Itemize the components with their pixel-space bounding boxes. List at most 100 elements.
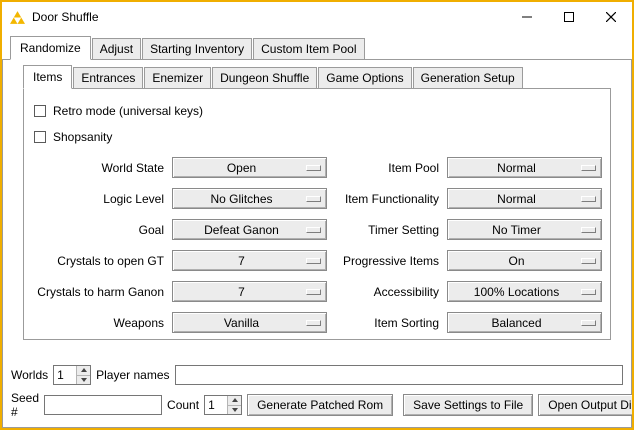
weapons-label: Weapons xyxy=(32,316,164,330)
dropdown-indicator-icon xyxy=(306,165,321,171)
open-output-directory-button[interactable]: Open Output Directory xyxy=(538,394,634,416)
minimize-icon xyxy=(522,12,532,22)
tab-starting-inventory[interactable]: Starting Inventory xyxy=(142,38,252,59)
count-spin-arrows xyxy=(227,396,241,414)
spin-up-icon xyxy=(81,368,87,372)
save-settings-button[interactable]: Save Settings to File xyxy=(403,394,533,416)
weapons-dropdown[interactable]: Vanilla xyxy=(172,312,327,333)
player-names-input[interactable] xyxy=(175,365,624,385)
goal-dropdown[interactable]: Defeat Ganon xyxy=(172,219,327,240)
crystals-ganon-label: Crystals to harm Ganon xyxy=(32,285,164,299)
tab-generation-setup[interactable]: Generation Setup xyxy=(413,67,523,88)
tab-enemizer[interactable]: Enemizer xyxy=(144,67,211,88)
titlebar[interactable]: Door Shuffle xyxy=(2,2,632,32)
item-pool-value: Normal xyxy=(497,161,536,175)
worlds-input[interactable] xyxy=(54,366,76,384)
timer-setting-dropdown[interactable]: No Timer xyxy=(447,219,602,240)
progressive-items-dropdown[interactable]: On xyxy=(447,250,602,271)
dropdown-indicator-icon xyxy=(581,165,596,171)
crystals-gt-label: Crystals to open GT xyxy=(32,254,164,268)
timer-setting-value: No Timer xyxy=(492,223,541,237)
world-state-label: World State xyxy=(32,161,164,175)
world-state-dropdown[interactable]: Open xyxy=(172,157,327,178)
shopsanity-label: Shopsanity xyxy=(53,130,112,144)
retro-mode-checkbox[interactable] xyxy=(34,105,46,117)
tab-custom-item-pool[interactable]: Custom Item Pool xyxy=(253,38,364,59)
outer-tabbar: Randomize Adjust Starting Inventory Cust… xyxy=(2,32,632,59)
weapons-value: Vanilla xyxy=(224,316,259,330)
tab-adjust[interactable]: Adjust xyxy=(92,38,141,59)
item-sorting-dropdown[interactable]: Balanced xyxy=(447,312,602,333)
world-state-value: Open xyxy=(227,161,256,175)
item-functionality-label: Item Functionality xyxy=(335,192,439,206)
crystals-gt-dropdown[interactable]: 7 xyxy=(172,250,327,271)
spin-up-button[interactable] xyxy=(227,396,241,405)
item-functionality-dropdown[interactable]: Normal xyxy=(447,188,602,209)
tab-items[interactable]: Items xyxy=(23,65,72,89)
close-icon xyxy=(606,12,616,22)
seed-label: Seed # xyxy=(11,391,39,419)
crystals-gt-value: 7 xyxy=(238,254,245,268)
crystals-ganon-dropdown[interactable]: 7 xyxy=(172,281,327,302)
randomize-panel: Items Entrances Enemizer Dungeon Shuffle… xyxy=(2,59,632,428)
minimize-button[interactable] xyxy=(506,2,548,32)
spin-down-button[interactable] xyxy=(227,405,241,415)
spin-up-icon xyxy=(232,398,238,402)
dropdown-indicator-icon xyxy=(306,258,321,264)
seed-input[interactable] xyxy=(44,395,162,415)
crystals-ganon-value: 7 xyxy=(238,285,245,299)
app-window: Door Shuffle Randomize Adjust Starting I… xyxy=(0,0,634,430)
item-pool-label: Item Pool xyxy=(335,161,439,175)
count-spinner xyxy=(204,395,242,415)
accessibility-label: Accessibility xyxy=(335,285,439,299)
bottom-controls: Worlds Player names Seed # Count xyxy=(3,359,631,427)
shopsanity-checkbox[interactable] xyxy=(34,131,46,143)
dropdown-indicator-icon xyxy=(581,227,596,233)
timer-setting-label: Timer Setting xyxy=(335,223,439,237)
progressive-items-label: Progressive Items xyxy=(335,254,439,268)
spin-up-button[interactable] xyxy=(76,366,90,375)
settings-grid: World State Open Item Pool Normal Logic … xyxy=(32,157,602,333)
tab-game-options[interactable]: Game Options xyxy=(318,67,411,88)
logic-level-value: No Glitches xyxy=(210,192,272,206)
goal-value: Defeat Ganon xyxy=(204,223,279,237)
dropdown-indicator-icon xyxy=(581,289,596,295)
dropdown-indicator-icon xyxy=(306,289,321,295)
item-pool-dropdown[interactable]: Normal xyxy=(447,157,602,178)
inner-tabbar: Items Entrances Enemizer Dungeon Shuffle… xyxy=(23,65,611,88)
retro-mode-label: Retro mode (universal keys) xyxy=(53,104,203,118)
worlds-spinner xyxy=(53,365,91,385)
worlds-label: Worlds xyxy=(11,368,48,382)
tab-entrances[interactable]: Entrances xyxy=(73,67,143,88)
dropdown-indicator-icon xyxy=(581,320,596,326)
dropdown-indicator-icon xyxy=(306,227,321,233)
spin-down-icon xyxy=(232,408,238,412)
tab-dungeon-shuffle[interactable]: Dungeon Shuffle xyxy=(212,67,317,88)
accessibility-dropdown[interactable]: 100% Locations xyxy=(447,281,602,302)
worlds-spin-arrows xyxy=(76,366,90,384)
generate-patched-rom-button[interactable]: Generate Patched Rom xyxy=(247,394,393,416)
worlds-row: Worlds Player names xyxy=(11,365,623,385)
logic-level-dropdown[interactable]: No Glitches xyxy=(172,188,327,209)
item-sorting-value: Balanced xyxy=(491,316,541,330)
window-title: Door Shuffle xyxy=(32,10,99,24)
close-button[interactable] xyxy=(590,2,632,32)
seed-row: Seed # Count Generate Patched Rom Save S… xyxy=(11,391,623,419)
count-input[interactable] xyxy=(205,396,227,414)
items-panel: Retro mode (universal keys) Shopsanity W… xyxy=(23,88,611,340)
dropdown-indicator-icon xyxy=(306,196,321,202)
dropdown-indicator-icon xyxy=(581,258,596,264)
inner-notebook: Items Entrances Enemizer Dungeon Shuffle… xyxy=(23,65,611,340)
retro-mode-row: Retro mode (universal keys) xyxy=(34,101,602,121)
accessibility-value: 100% Locations xyxy=(474,285,559,299)
maximize-button[interactable] xyxy=(548,2,590,32)
spin-down-button[interactable] xyxy=(76,375,90,385)
item-sorting-label: Item Sorting xyxy=(335,316,439,330)
dropdown-indicator-icon xyxy=(306,320,321,326)
player-names-label: Player names xyxy=(96,368,169,382)
logic-level-label: Logic Level xyxy=(32,192,164,206)
app-icon xyxy=(10,10,26,24)
tab-randomize[interactable]: Randomize xyxy=(10,36,91,60)
progressive-items-value: On xyxy=(508,254,524,268)
maximize-icon xyxy=(564,12,574,22)
